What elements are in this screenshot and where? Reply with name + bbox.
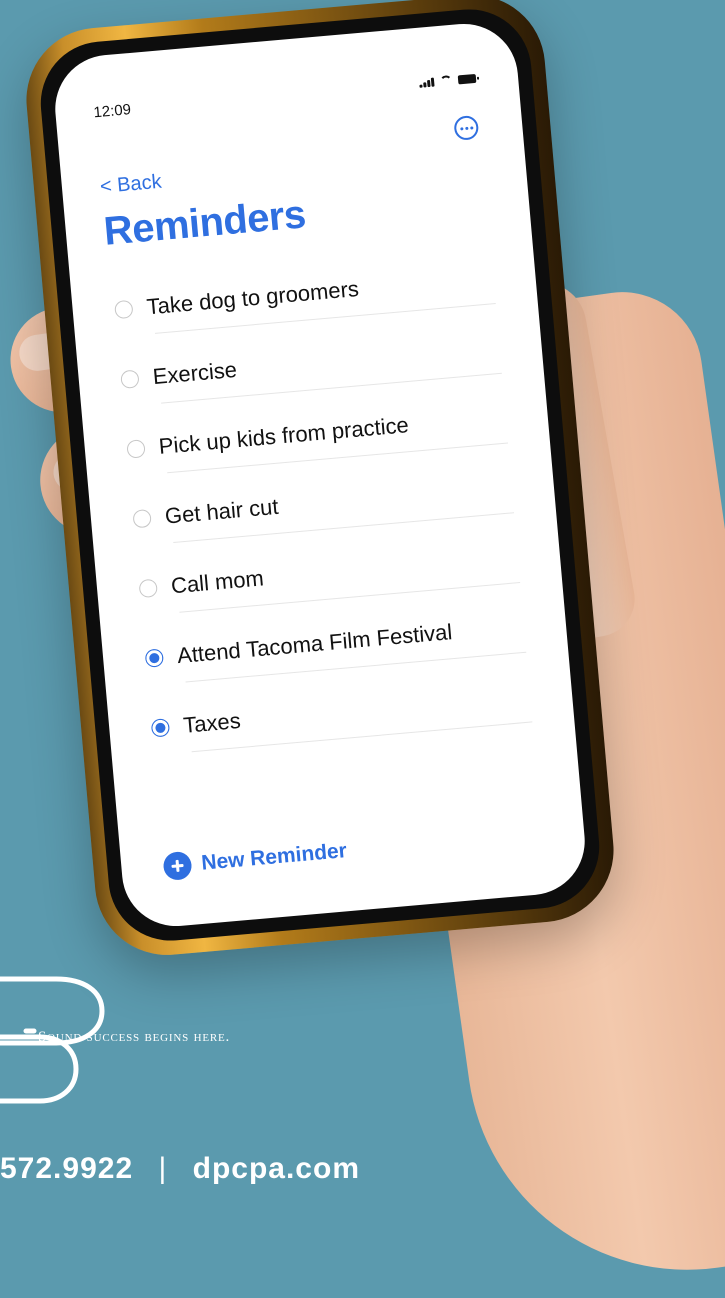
logo	[0, 976, 105, 1104]
tagline: Sound success begins here.	[38, 1029, 231, 1045]
reminder-label: Pick up kids from practice	[157, 412, 410, 459]
page-title: Reminders	[102, 192, 308, 254]
signal-icon	[419, 77, 435, 88]
reminder-label: Take dog to groomers	[145, 275, 360, 320]
dot-icon	[469, 125, 473, 130]
status-icons	[419, 73, 477, 88]
reminder-checkbox-checked[interactable]	[150, 718, 171, 738]
separator: |	[158, 1152, 168, 1185]
reminder-checkbox[interactable]	[114, 299, 134, 320]
reminder-label: Call mom	[170, 565, 265, 599]
reminder-checkbox-checked[interactable]	[144, 648, 165, 668]
phone-screen: 12:09 < Back Reminders Take dog to groom…	[50, 19, 590, 931]
more-options-button[interactable]	[453, 114, 480, 141]
new-reminder-button[interactable]: New Reminder	[162, 837, 348, 882]
reminder-checkbox[interactable]	[132, 508, 152, 529]
reminder-checkbox[interactable]	[126, 439, 146, 459]
reminder-label: Get hair cut	[163, 493, 280, 529]
phone-number: 572.9922	[0, 1152, 134, 1185]
plus-icon	[162, 850, 193, 882]
status-time: 12:09	[92, 101, 132, 122]
battery-icon	[457, 73, 477, 84]
dot-icon	[459, 126, 463, 130]
reminder-checkbox[interactable]	[138, 578, 158, 599]
reminder-label: Exercise	[151, 356, 238, 390]
back-button[interactable]: < Back	[99, 171, 162, 199]
new-reminder-label: New Reminder	[200, 839, 348, 875]
reminder-checkbox[interactable]	[120, 369, 140, 389]
wifi-icon	[440, 75, 453, 86]
contact-line: 572.9922 | dpcpa.com	[0, 1152, 360, 1186]
reminder-label: Attend Tacoma Film Festival	[176, 619, 454, 669]
website-link[interactable]: dpcpa.com	[193, 1152, 360, 1185]
reminder-label: Taxes	[182, 707, 242, 738]
phone: 12:09 < Back Reminders Take dog to groom…	[20, 0, 620, 961]
reminder-list: Take dog to groomers Exercise Pick up ki…	[112, 242, 533, 763]
dot-icon	[464, 126, 468, 130]
